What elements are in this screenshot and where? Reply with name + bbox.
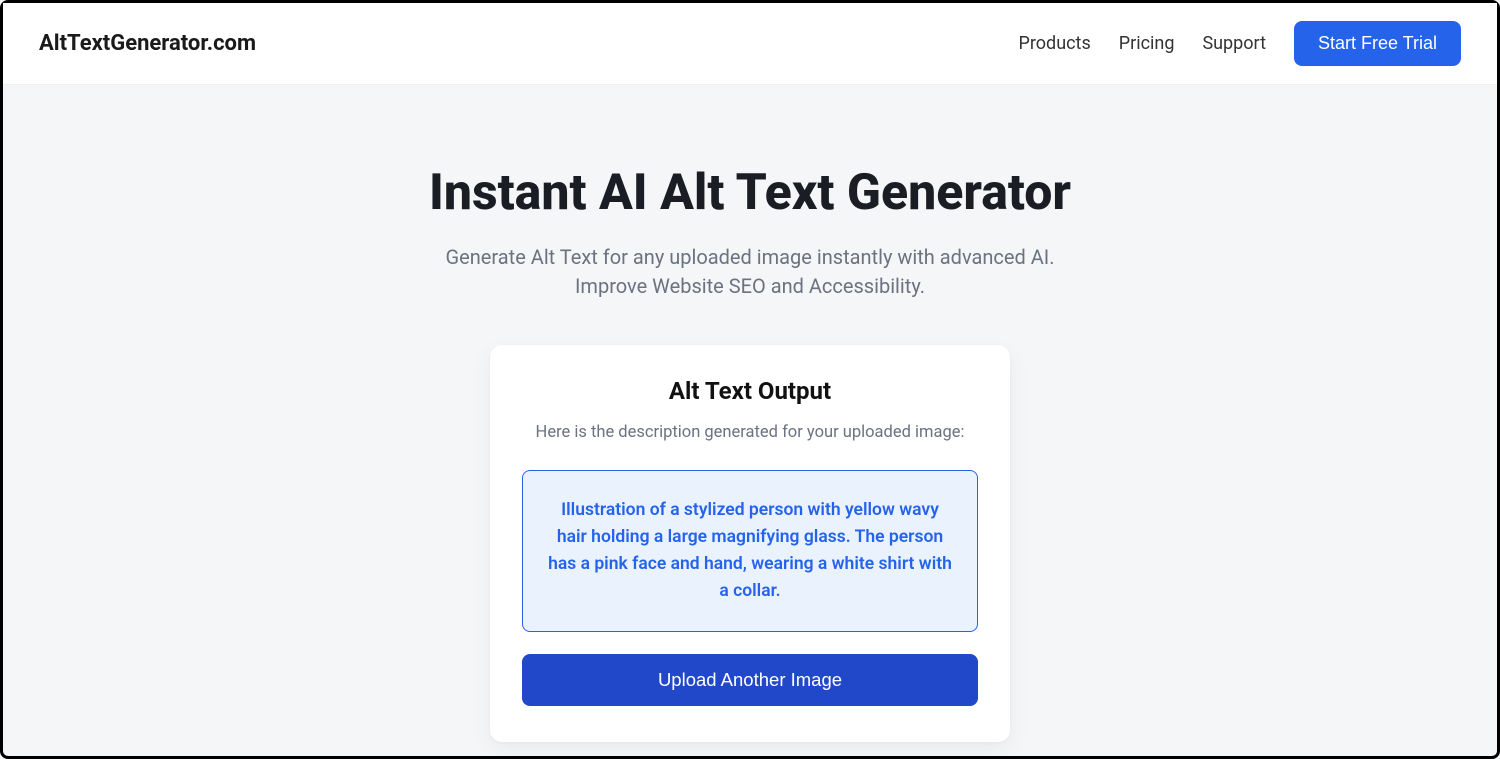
alt-text-output: Illustration of a stylized person with y… (522, 470, 978, 633)
nav-support[interactable]: Support (1202, 33, 1266, 54)
site-logo[interactable]: AltTextGenerator.com (39, 31, 256, 56)
nav-pricing[interactable]: Pricing (1119, 33, 1175, 54)
card-title: Alt Text Output (522, 377, 978, 405)
upload-another-image-button[interactable]: Upload Another Image (522, 654, 978, 706)
nav: Products Pricing Support Start Free Tria… (1019, 21, 1461, 66)
main-content: Instant AI Alt Text Generator Generate A… (3, 85, 1497, 742)
hero-subtitle: Generate Alt Text for any uploaded image… (430, 243, 1070, 301)
card-subtitle: Here is the description generated for yo… (522, 423, 978, 442)
output-card: Alt Text Output Here is the description … (490, 345, 1010, 743)
start-free-trial-button[interactable]: Start Free Trial (1294, 21, 1461, 66)
hero-title: Instant AI Alt Text Generator (390, 165, 1110, 223)
nav-products[interactable]: Products (1019, 33, 1091, 54)
header: AltTextGenerator.com Products Pricing Su… (3, 3, 1497, 85)
